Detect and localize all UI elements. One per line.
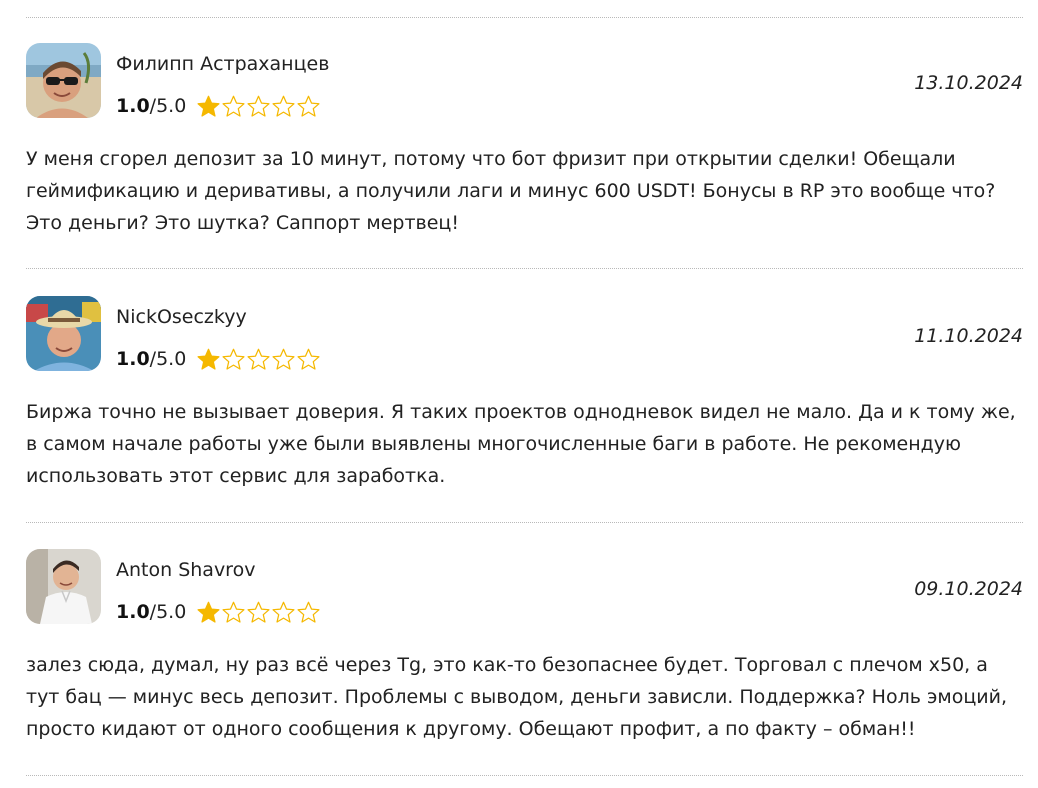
divider — [26, 17, 1023, 18]
rating-stars — [196, 94, 321, 119]
rating-max: /5.0 — [149, 601, 187, 623]
divider — [26, 522, 1023, 523]
star-outline-icon — [222, 601, 245, 623]
rating: 1.0 /5.0 — [116, 598, 321, 626]
review-text: Биржа точно не вызывает доверия. Я таких… — [26, 401, 1016, 487]
review-date: 09.10.2024 — [914, 578, 1023, 600]
rating-value: 1.0 — [116, 348, 150, 370]
star-outline-icon — [222, 348, 245, 370]
star-filled-icon — [197, 601, 220, 623]
divider — [26, 268, 1023, 269]
star-outline-icon — [297, 348, 320, 370]
rating-max: /5.0 — [149, 348, 187, 370]
avatar — [26, 43, 101, 118]
star-outline-icon — [272, 95, 295, 117]
author-name: NickOseczkyy — [116, 306, 247, 328]
star-outline-icon — [272, 601, 295, 623]
avatar — [26, 296, 101, 371]
reviews-list: Филипп Астраханцев 1.0 /5.0 13.10.2024 У… — [0, 0, 1038, 788]
star-outline-icon — [247, 348, 270, 370]
review-date: 13.10.2024 — [914, 72, 1023, 94]
rating: 1.0 /5.0 — [116, 345, 321, 373]
review-text: У меня сгорел депозит за 10 минут, потом… — [26, 148, 996, 234]
star-outline-icon — [247, 601, 270, 623]
review-item: Anton Shavrov 1.0 /5.0 09.10.2024 залез … — [26, 549, 1023, 769]
review-item: NickOseczkyy 1.0 /5.0 11.10.2024 Биржа т… — [26, 296, 1023, 516]
star-outline-icon — [247, 95, 270, 117]
star-outline-icon — [297, 601, 320, 623]
author-name: Филипп Астраханцев — [116, 53, 330, 75]
star-outline-icon — [272, 348, 295, 370]
star-filled-icon — [197, 348, 220, 370]
author-name: Anton Shavrov — [116, 559, 256, 581]
review-text: залез сюда, думал, ну раз всё через Tg, … — [26, 654, 1008, 740]
avatar — [26, 549, 101, 624]
review-item: Филипп Астраханцев 1.0 /5.0 13.10.2024 У… — [26, 43, 1023, 263]
divider — [26, 775, 1023, 776]
rating: 1.0 /5.0 — [116, 92, 321, 120]
rating-stars — [196, 347, 321, 372]
review-date: 11.10.2024 — [914, 325, 1023, 347]
rating-value: 1.0 — [116, 95, 150, 117]
rating-value: 1.0 — [116, 601, 150, 623]
rating-max: /5.0 — [149, 95, 187, 117]
star-outline-icon — [222, 95, 245, 117]
rating-stars — [196, 600, 321, 625]
star-outline-icon — [297, 95, 320, 117]
star-filled-icon — [197, 95, 220, 117]
